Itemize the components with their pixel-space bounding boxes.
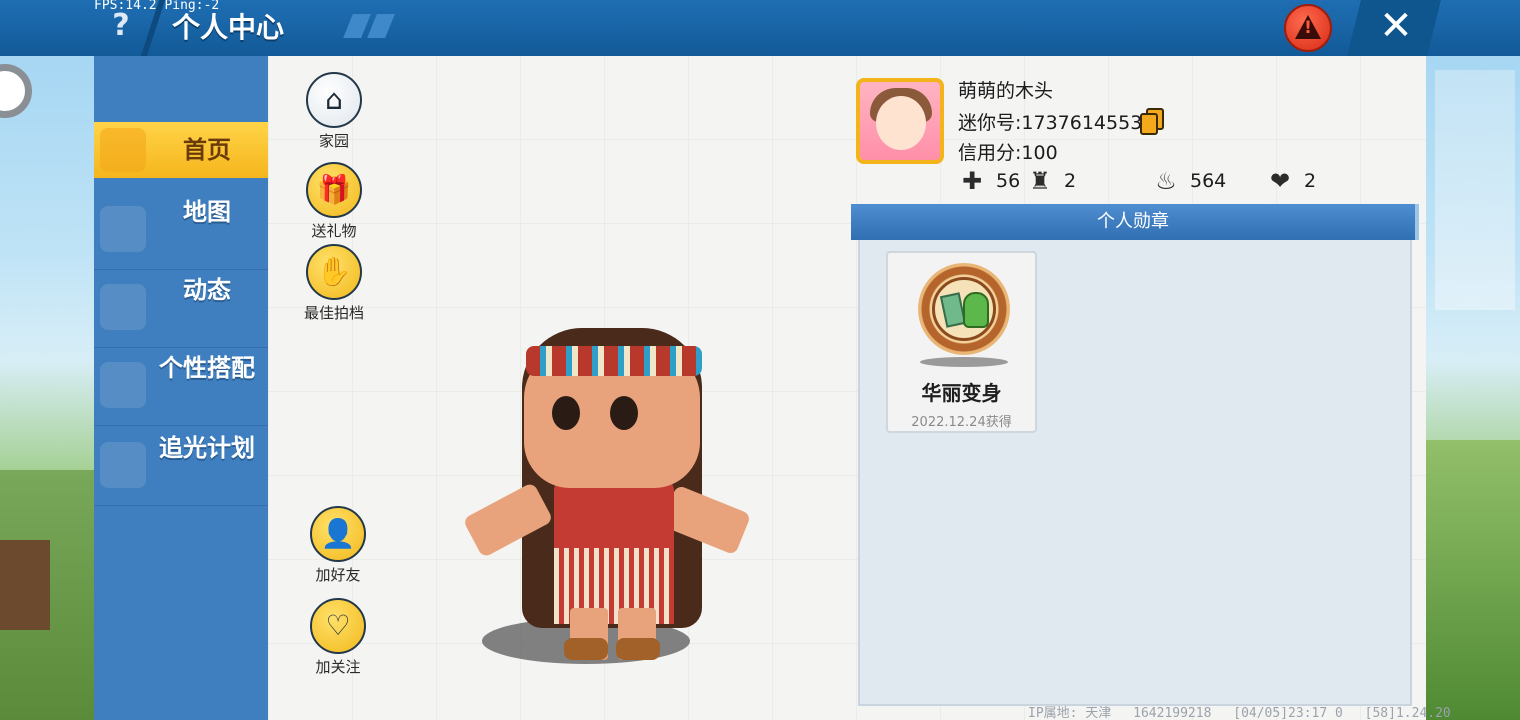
medal-card[interactable]: 华丽变身 2022.12.24获得 bbox=[886, 251, 1037, 433]
player-name: 萌萌的木头 bbox=[958, 80, 1054, 102]
character-right-shoe bbox=[616, 638, 660, 660]
user-uid: 1642199218 bbox=[1133, 706, 1212, 720]
sidebar-item-label: 个性搭配 bbox=[159, 354, 255, 382]
character-right-eye bbox=[610, 396, 638, 430]
partner-label: 最佳拍档 bbox=[303, 304, 364, 322]
heart-icon: ♡ bbox=[310, 598, 366, 654]
stat-value: 2 bbox=[1304, 170, 1317, 192]
credit-score: 信用分:100 bbox=[958, 142, 1058, 164]
cheer-icon: ♜ bbox=[1029, 167, 1051, 195]
sidebar-item-chase-light[interactable]: 追光计划 bbox=[94, 428, 268, 506]
sidebar: 首页 地图 动态 个性搭配 追光计划 bbox=[94, 56, 268, 720]
background-block-left bbox=[0, 540, 50, 630]
home-label: 家园 bbox=[318, 132, 349, 150]
map-icon bbox=[100, 206, 146, 252]
house-icon: ⌂ bbox=[306, 72, 362, 128]
sidebar-item-label: 地图 bbox=[183, 198, 231, 226]
close-icon[interactable]: ✕ bbox=[1372, 2, 1420, 50]
gift-icon: 🎁 bbox=[306, 162, 362, 218]
avatar-face bbox=[876, 96, 926, 150]
add-user-icon: 👤 bbox=[310, 506, 366, 562]
bookmark-plus-icon: ✚ bbox=[961, 167, 983, 195]
home-tab-icon bbox=[100, 128, 146, 172]
stat-likes: ❤ 2 bbox=[1266, 166, 1316, 196]
sidebar-item-map[interactable]: 地图 bbox=[94, 192, 268, 270]
avatar[interactable] bbox=[856, 78, 944, 164]
warning-mark: ! bbox=[1304, 18, 1312, 38]
character-left-shoe bbox=[564, 638, 608, 660]
gift-label: 送礼物 bbox=[311, 222, 357, 240]
character-model[interactable] bbox=[460, 308, 760, 678]
footer-info: IP属地: 天津 1642199218 [04/05]23:17 0 [58]1… bbox=[1028, 702, 1465, 720]
background-sky-right bbox=[1435, 70, 1515, 310]
character-left-eye bbox=[552, 396, 580, 430]
stat-cheers: ♜ 2 bbox=[1026, 166, 1076, 196]
sidebar-item-outfit[interactable]: 个性搭配 bbox=[94, 348, 268, 426]
medal-badge-icon bbox=[918, 263, 1010, 355]
fire-icon: ♨ bbox=[1155, 167, 1177, 195]
stat-value: 56 bbox=[996, 170, 1021, 192]
page-title: 个人中心 bbox=[172, 11, 285, 44]
topbar-stripes bbox=[343, 14, 395, 38]
follow-button[interactable]: ♡ 加关注 bbox=[288, 598, 388, 677]
character-headband bbox=[526, 346, 702, 376]
sidebar-item-label: 动态 bbox=[183, 276, 231, 304]
add-friend-label: 加好友 bbox=[315, 566, 361, 584]
stat-value: 2 bbox=[1064, 170, 1077, 192]
copy-id-icon[interactable] bbox=[1140, 108, 1166, 136]
home-button[interactable]: ⌂ 家园 bbox=[284, 72, 384, 151]
bell-icon bbox=[100, 284, 146, 330]
timestamp: [04/05]23:17 0 bbox=[1233, 706, 1343, 720]
add-friend-button[interactable]: 👤 加好友 bbox=[288, 506, 388, 585]
sidebar-item-label: 追光计划 bbox=[159, 434, 255, 462]
medal-date: 2022.12.24获得 bbox=[911, 415, 1012, 430]
send-gift-button[interactable]: 🎁 送礼物 bbox=[284, 162, 384, 241]
stat-value: 564 bbox=[1190, 170, 1227, 192]
sidebar-item-label: 首页 bbox=[183, 136, 231, 164]
follow-label: 加关注 bbox=[315, 658, 361, 676]
outfit-icon bbox=[100, 362, 146, 408]
medal-inner bbox=[932, 277, 996, 341]
sidebar-item-feed[interactable]: 动态 bbox=[94, 270, 268, 348]
version: [58]1.24.20 bbox=[1364, 706, 1451, 720]
medal-section-header: 个人勋章 bbox=[851, 204, 1419, 240]
medal-pedestal bbox=[920, 357, 1008, 367]
sidebar-item-home[interactable]: 首页 bbox=[94, 122, 268, 178]
medal-dino-art bbox=[963, 292, 989, 328]
hearts-icon: ❤ bbox=[1269, 167, 1291, 195]
floating-ring-button[interactable] bbox=[0, 64, 32, 118]
stat-bookmarks: ✚ 56 bbox=[958, 166, 1020, 196]
medal-name: 华丽变身 bbox=[921, 381, 1002, 405]
background-hill-right bbox=[1425, 440, 1520, 720]
best-partner-button[interactable]: ✋ 最佳拍档 bbox=[284, 244, 384, 323]
chase-light-icon bbox=[100, 442, 146, 488]
mini-id: 迷你号:1737614553 bbox=[958, 112, 1143, 134]
help-icon[interactable]: ? bbox=[104, 8, 138, 44]
stat-popularity: ♨ 564 bbox=[1152, 166, 1226, 196]
handshake-icon: ✋ bbox=[306, 244, 362, 300]
ip-location: IP属地: 天津 bbox=[1028, 706, 1112, 720]
report-warning-button[interactable]: ! bbox=[1284, 4, 1332, 52]
